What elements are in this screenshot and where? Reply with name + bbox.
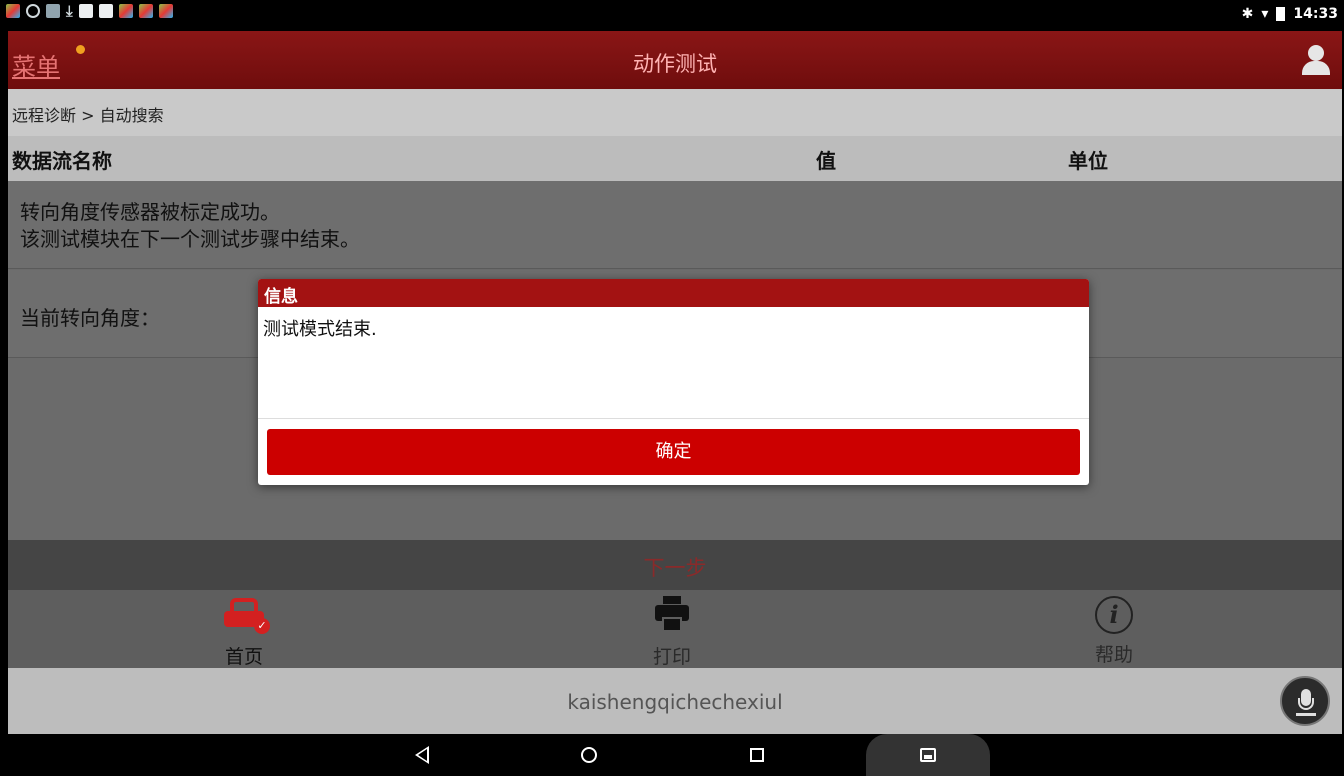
nav-print-label: 打印 — [652, 646, 691, 668]
notification-square-icon — [78, 4, 93, 18]
nav-help[interactable]: i 帮助 — [1044, 596, 1184, 667]
column-header-unit: 单位 — [1068, 149, 1108, 173]
recent-apps-icon[interactable] — [750, 748, 764, 762]
message-line: 转向角度传感器被标定成功。 — [20, 200, 280, 224]
nav-home-label: 首页 — [224, 646, 263, 668]
column-header-value: 值 — [816, 149, 836, 173]
printer-icon — [655, 596, 689, 632]
info-dialog: 信息 测试模式结束. 确定 — [258, 279, 1089, 485]
image-icon — [920, 748, 936, 762]
dialog-message: 测试模式结束. — [258, 307, 1089, 419]
app-notification-icon — [6, 4, 20, 18]
breadcrumb: 远程诊断 > 自动搜索 — [8, 89, 1342, 136]
notification-square-icon — [98, 4, 113, 18]
next-step-button[interactable]: 下一步 — [8, 540, 1342, 590]
page-title: 动作测试 — [633, 52, 717, 76]
sync-icon — [26, 4, 40, 18]
download-icon: ⤓ — [66, 2, 73, 20]
angle-label: 当前转向角度： — [20, 306, 160, 330]
search-bar[interactable]: kaishengqichechexiul — [8, 668, 1342, 734]
car-home-icon: ✓ — [224, 596, 270, 634]
message-line: 该测试模块在下一个测试步骤中结束。 — [20, 227, 360, 251]
app-notification-icon — [118, 4, 133, 18]
home-icon[interactable] — [581, 747, 597, 763]
confirm-button[interactable]: 确定 — [267, 429, 1080, 475]
wifi-icon: ▾ — [1261, 6, 1269, 22]
nav-help-label: 帮助 — [1094, 644, 1133, 666]
top-bar: 菜单 动作测试 — [8, 31, 1342, 89]
clock: 14:33 — [1293, 6, 1338, 22]
screenshot-tab[interactable] — [866, 734, 990, 776]
table-row-message: 转向角度传感器被标定成功。 该测试模块在下一个测试步骤中结束。 — [8, 181, 1342, 269]
screen-icon — [46, 4, 60, 18]
status-bar: ⤓ ✱ ▾ 14:33 — [0, 0, 1344, 31]
column-header-name: 数据流名称 — [12, 149, 112, 173]
notification-icons: ⤓ — [6, 2, 173, 20]
table-header: 数据流名称 值 单位 — [8, 136, 1342, 181]
battery-icon — [1276, 7, 1286, 21]
nav-home[interactable]: ✓ 首页 — [174, 596, 314, 669]
app-notification-icon — [138, 4, 153, 18]
back-icon[interactable] — [415, 746, 429, 764]
system-nav-bar — [0, 734, 1344, 776]
bluetooth-icon: ✱ — [1241, 6, 1254, 22]
user-icon[interactable] — [1302, 45, 1330, 75]
bottom-nav: ✓ 首页 打印 i 帮助 — [8, 590, 1342, 668]
nav-print[interactable]: 打印 — [602, 596, 742, 669]
microphone-icon[interactable] — [1280, 676, 1330, 726]
app-notification-icon — [158, 4, 173, 18]
info-icon: i — [1095, 596, 1133, 634]
dialog-title: 信息 — [258, 279, 1089, 307]
search-text: kaishengqichechexiul — [567, 690, 783, 714]
